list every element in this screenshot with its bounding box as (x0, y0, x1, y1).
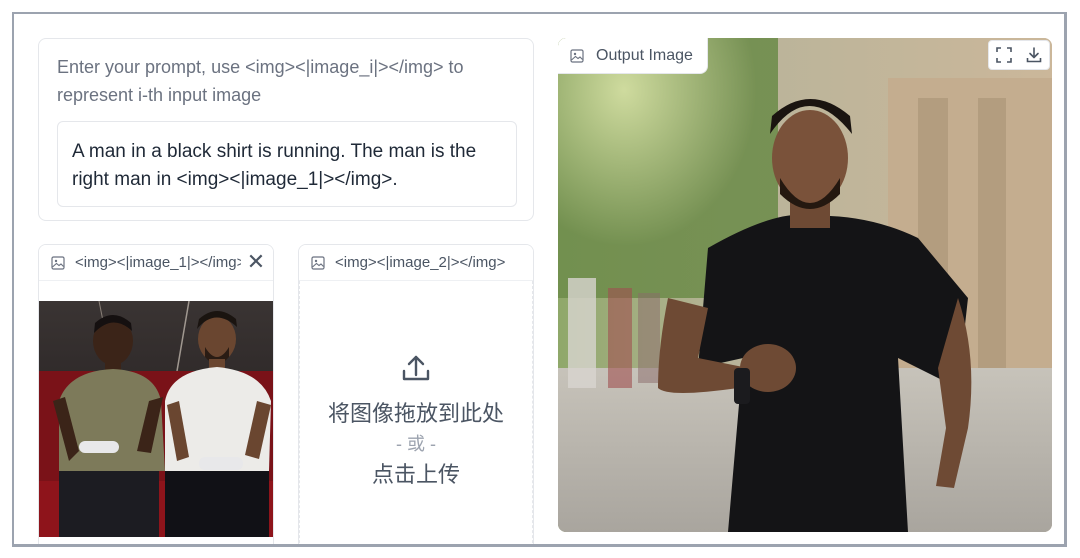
image-icon (51, 255, 65, 270)
upload-or-text: - 或 - (396, 434, 436, 454)
output-image-panel: Output Image (558, 38, 1052, 532)
upload-icon (402, 355, 430, 381)
image-input-2: <img><|image_2|></img> 将图像拖放到此处 - 或 - 点击… (298, 244, 534, 544)
image-input-2-label: <img><|image_2|></img> (335, 254, 506, 271)
image-input-1-header: <img><|image_1|></img> (39, 245, 273, 281)
image-icon (570, 48, 584, 63)
upload-dropzone[interactable]: 将图像拖放到此处 - 或 - 点击上传 (299, 281, 533, 544)
prompt-textarea[interactable]: A man in a black shirt is running. The m… (57, 121, 517, 207)
output-label-text: Output Image (596, 46, 693, 64)
output-toolbar (988, 40, 1050, 70)
image-icon (311, 255, 325, 270)
upload-drop-text: 将图像拖放到此处 (327, 401, 504, 426)
output-photo-running-man (558, 38, 1052, 532)
prompt-panel: Enter your prompt, use <img><|image_i|><… (38, 38, 534, 221)
download-icon (1026, 47, 1042, 63)
upload-click-text[interactable]: 点击上传 (372, 459, 460, 491)
app-frame: Enter your prompt, use <img><|image_i|><… (12, 12, 1067, 547)
output-image-label: Output Image (558, 38, 708, 74)
image-input-1-label: <img><|image_1|></img> (75, 254, 246, 271)
download-button[interactable] (1019, 41, 1049, 69)
fullscreen-button[interactable] (989, 41, 1019, 69)
input-photo-two-men-gaming (39, 301, 273, 537)
image-input-1: <img><|image_1|></img> ✕ (38, 244, 274, 544)
image-input-2-header: <img><|image_2|></img> (299, 245, 533, 281)
fullscreen-icon (996, 47, 1012, 63)
prompt-label: Enter your prompt, use <img><|image_i|><… (57, 57, 464, 105)
close-icon[interactable]: ✕ (241, 247, 271, 277)
